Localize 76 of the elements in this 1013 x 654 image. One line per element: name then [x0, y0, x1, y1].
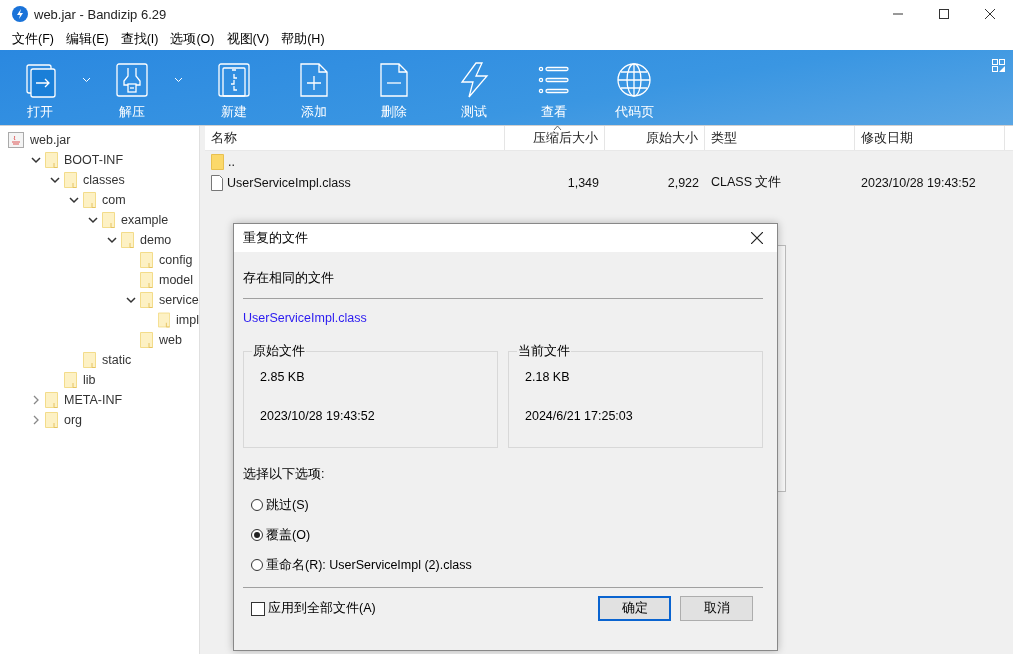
radio-option[interactable]: 覆盖(O) [251, 525, 311, 545]
tree-item[interactable]: BOOT-INF [64, 153, 124, 167]
folder-icon [102, 212, 115, 228]
maximize-icon [939, 9, 949, 19]
close-icon [985, 9, 995, 19]
globe-icon [616, 62, 652, 98]
dialog-heading: 存在相同的文件 [243, 270, 335, 287]
menu-item[interactable]: 查找(I) [114, 30, 165, 48]
options-prompt: 选择以下选项: [243, 466, 326, 483]
file-size: 2.18 KB [525, 370, 571, 386]
column-header[interactable]: 名称 [205, 126, 505, 150]
tree-item[interactable]: com [102, 193, 126, 207]
layout-icon[interactable] [992, 59, 1005, 72]
file-date: 2023/10/28 19:43:52 [260, 409, 376, 425]
table-cell: 2,922 [667, 175, 699, 190]
column-header[interactable]: 原始大小 [605, 126, 705, 150]
close-icon [751, 232, 763, 244]
tree-item[interactable]: config [159, 253, 193, 267]
app-logo-icon [12, 6, 28, 22]
column-header[interactable]: 修改日期 [855, 126, 1005, 150]
tree-item[interactable]: lib [83, 373, 96, 387]
folder-icon [45, 152, 58, 168]
file-size: 2.85 KB [260, 370, 306, 386]
apply-all-checkbox[interactable]: 应用到全部文件(A) [251, 600, 376, 617]
table-cell: 1,349 [567, 175, 599, 190]
group-label: 原始文件 [252, 344, 306, 359]
folder-icon [83, 192, 96, 208]
java-file-icon [8, 132, 24, 148]
tree-item[interactable]: service [159, 293, 199, 307]
column-header[interactable]: 压缩后大小 [505, 126, 605, 150]
chevron-down-icon [81, 77, 91, 83]
folder-icon [158, 312, 171, 328]
tree-item[interactable]: static [102, 353, 132, 367]
folder-icon [45, 412, 58, 428]
file-name: UserServiceImpl.class [243, 311, 368, 327]
folder-icon [45, 392, 58, 408]
menu-item[interactable]: 编辑(E) [59, 30, 115, 48]
folder-icon [140, 292, 153, 308]
chevron-down-icon [173, 77, 183, 83]
folder-icon [83, 352, 96, 368]
folder-icon [140, 332, 153, 348]
radio-option[interactable]: 重命名(R): UserServiceImpl (2).class [251, 555, 472, 575]
folder-icon [64, 172, 77, 188]
menu-item[interactable]: 选项(O) [164, 30, 221, 48]
folder-icon [140, 272, 153, 288]
dialog-title: 重复的文件 [243, 229, 309, 247]
dialog-button[interactable]: 取消 [680, 596, 753, 621]
tree-item[interactable]: demo [140, 233, 172, 247]
table-cell: UserServiceImpl.class [227, 175, 351, 190]
folder-icon [64, 372, 77, 388]
zipper-document-icon [216, 62, 252, 98]
tree-item[interactable]: classes [83, 173, 125, 187]
tree-item[interactable]: example [121, 213, 169, 227]
tree-item[interactable]: META-INF [64, 393, 123, 407]
folder-icon [121, 232, 134, 248]
tree-item[interactable]: web [159, 333, 182, 347]
tree-item[interactable]: model [159, 273, 194, 287]
dialog-button[interactable]: 确定 [598, 596, 671, 621]
menu-item[interactable]: 帮助(H) [275, 30, 331, 48]
window-title: web.jar - Bandizip 6.29 [34, 6, 168, 22]
tree-item[interactable]: org [64, 413, 83, 427]
folder-icon [140, 252, 153, 268]
zipper-document-icon [114, 62, 150, 98]
folder-icon [211, 153, 224, 170]
menu-item[interactable]: 视图(V) [220, 30, 276, 48]
column-header[interactable]: 类型 [705, 126, 855, 150]
file-date: 2024/6/21 17:25:03 [525, 409, 634, 425]
table-cell: CLASS 文件 [711, 174, 782, 191]
table-cell: 2023/10/28 19:43:52 [861, 175, 976, 190]
menu-item[interactable]: 文件(F) [6, 30, 60, 48]
group-label: 当前文件 [517, 344, 571, 359]
radio-option[interactable]: 跳过(S) [251, 495, 309, 515]
tree-item[interactable]: web.jar [30, 133, 71, 147]
tree-item[interactable]: impl [176, 313, 199, 327]
file-icon [211, 174, 223, 191]
table-cell: .. [228, 154, 235, 169]
